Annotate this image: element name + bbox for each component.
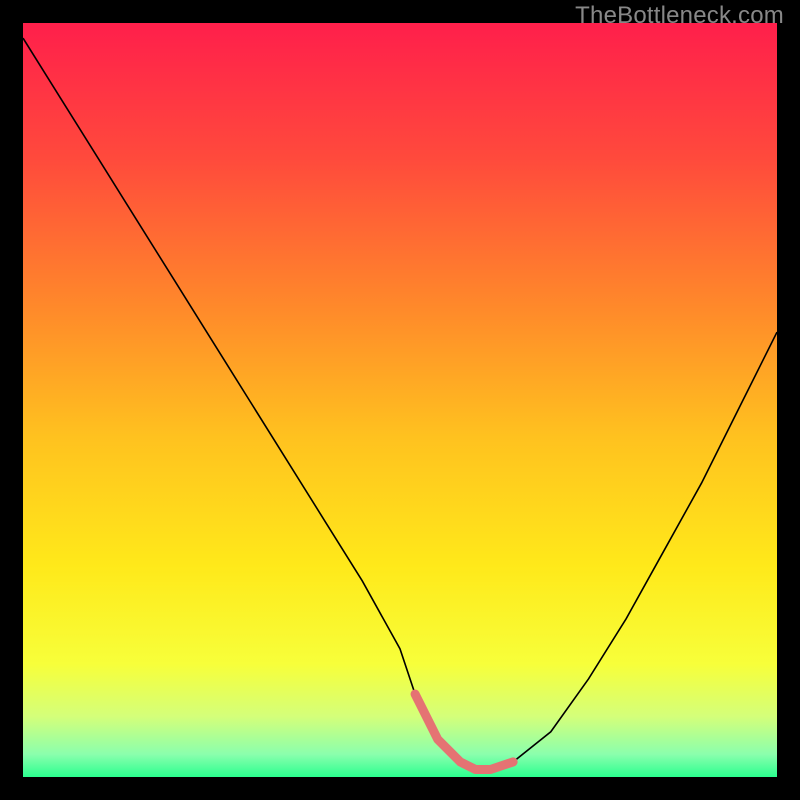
chart-viewport: TheBottleneck.com xyxy=(0,0,800,800)
plot-svg xyxy=(23,23,777,777)
gradient-background xyxy=(23,23,777,777)
watermark-label: TheBottleneck.com xyxy=(575,2,784,30)
plot-frame xyxy=(23,23,777,777)
